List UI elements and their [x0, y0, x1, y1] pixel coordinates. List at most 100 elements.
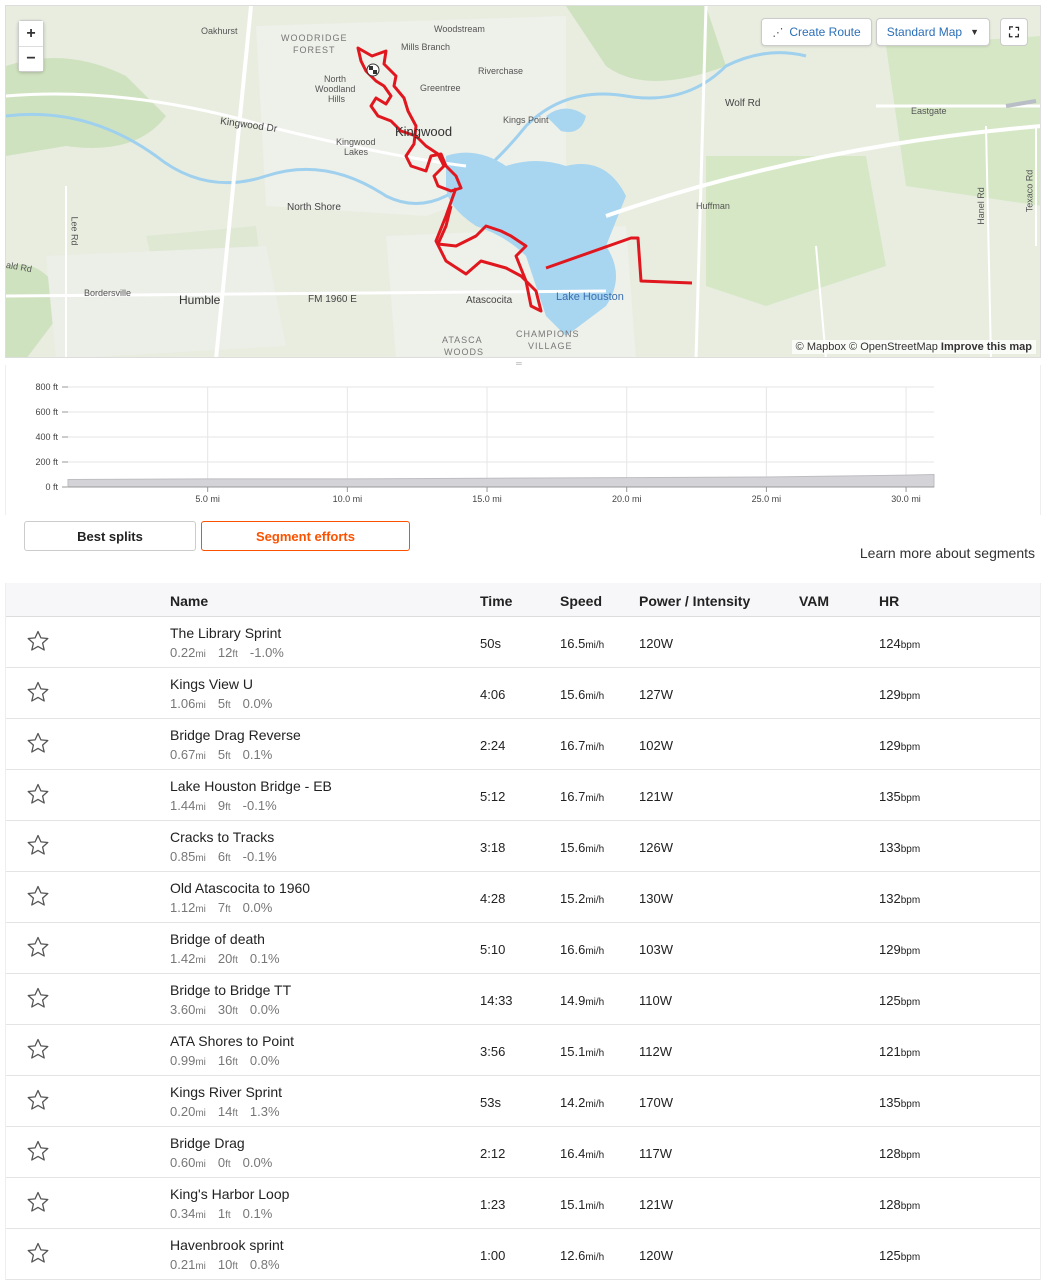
- zoom-in-button[interactable]: +: [19, 21, 43, 46]
- star-icon[interactable]: [26, 884, 50, 908]
- star-icon[interactable]: [26, 629, 50, 653]
- effort-speed: 14.2mi/h: [560, 1095, 604, 1110]
- segment-name-link[interactable]: ATA Shores to Point: [170, 1033, 294, 1049]
- table-row: Lake Houston Bridge - EB 1.44mi 9ft -0.1% …: [6, 770, 1040, 821]
- hr-unit: bpm: [900, 742, 921, 753]
- star-icon[interactable]: [26, 782, 50, 806]
- speed-value: 16.7: [560, 738, 586, 753]
- mapbox-link[interactable]: © Mapbox: [796, 341, 846, 353]
- effort-time: 50s: [480, 636, 501, 651]
- star-icon[interactable]: [26, 1139, 50, 1163]
- star-icon[interactable]: [26, 680, 50, 704]
- effort-speed: 16.7mi/h: [560, 789, 604, 804]
- segment-grade: 0.1%: [249, 951, 280, 966]
- create-route-button[interactable]: ⋰ Create Route: [761, 18, 872, 46]
- zoom-out-button[interactable]: −: [19, 46, 43, 71]
- segment-grade: 0.8%: [249, 1257, 280, 1272]
- speed-unit: mi/h: [585, 1048, 605, 1059]
- star-icon[interactable]: [26, 731, 50, 755]
- header-vam[interactable]: VAM: [799, 593, 829, 609]
- segment-name-link[interactable]: Bridge Drag: [170, 1135, 245, 1151]
- effort-hr: 132bpm: [879, 891, 920, 906]
- table-body: The Library Sprint 0.22 mi 12 ft -1.0% 50s 1…: [6, 617, 1040, 1280]
- star-icon[interactable]: [26, 833, 50, 857]
- star-icon[interactable]: [26, 1037, 50, 1061]
- distance-unit: mi: [195, 1261, 206, 1272]
- segment-name-link[interactable]: Bridge to Bridge TT: [170, 982, 291, 998]
- header-speed[interactable]: Speed: [560, 593, 602, 609]
- header-time[interactable]: Time: [480, 593, 512, 609]
- segment-name-link[interactable]: Old Atascocita to 1960: [170, 880, 310, 896]
- power-value: 112: [639, 1044, 660, 1059]
- hr-value: 128: [879, 1146, 901, 1161]
- hr-unit: bpm: [900, 1201, 921, 1212]
- distance-unit: mi: [195, 1006, 206, 1017]
- elevation-area: [67, 473, 935, 488]
- segment-distance: 0.34: [170, 1206, 196, 1221]
- map-label: Kingwood: [395, 124, 453, 139]
- effort-time: 1:00: [480, 1248, 506, 1263]
- star-icon[interactable]: [26, 935, 50, 959]
- header-power[interactable]: Power / Intensity: [639, 593, 750, 609]
- elevation-unit: ft: [225, 853, 231, 864]
- osm-link[interactable]: © OpenStreetMap: [849, 341, 938, 353]
- distance-unit: mi: [195, 1210, 206, 1221]
- tab-segment-efforts[interactable]: Segment efforts: [201, 521, 410, 551]
- segment-grade: -1.0%: [249, 645, 284, 660]
- segment-name-link[interactable]: Kings View U: [170, 676, 253, 692]
- segment-stats: 0.99mi 16ft 0.0%: [170, 1053, 280, 1068]
- power-value: 130: [639, 891, 661, 906]
- power-value: 110: [639, 993, 660, 1008]
- effort-hr: 128bpm: [879, 1146, 920, 1161]
- segment-name-link[interactable]: Bridge Drag Reverse: [170, 727, 301, 743]
- power-value: 121: [639, 1197, 661, 1212]
- segment-stats: 1.12mi 7ft 0.0%: [170, 900, 272, 915]
- segment-distance: 0.21: [170, 1257, 196, 1272]
- header-hr[interactable]: HR: [879, 593, 899, 609]
- segment-name-link[interactable]: King's Harbor Loop: [170, 1186, 289, 1202]
- segment-elevation: 30: [217, 1002, 233, 1017]
- power-unit: W: [660, 942, 673, 957]
- star-icon[interactable]: [26, 1190, 50, 1214]
- table-row: Bridge to Bridge TT 3.60mi 30ft 0.0% 14:33…: [6, 974, 1040, 1025]
- elevation-chart-svg: 800 ft 600 ft 400 ft 200 ft 0 ft 5.0 mi 10.0 m…: [35, 382, 935, 504]
- segment-distance: 0.60: [170, 1155, 196, 1170]
- segment-distance: 0.22: [170, 645, 196, 660]
- segment-grade: 0.0%: [242, 900, 273, 915]
- segment-distance: 0.99: [170, 1053, 196, 1068]
- star-icon[interactable]: [26, 1241, 50, 1265]
- segment-name-link[interactable]: Lake Houston Bridge - EB: [170, 778, 332, 794]
- segment-name-link[interactable]: The Library Sprint: [170, 625, 281, 641]
- hr-unit: bpm: [900, 1099, 921, 1110]
- segment-name-link[interactable]: Kings River Sprint: [170, 1084, 282, 1100]
- hr-value: 128: [879, 1197, 901, 1212]
- segment-name-link[interactable]: Cracks to Tracks: [170, 829, 274, 845]
- map-label: Greentree: [420, 83, 461, 93]
- segment-distance: 1.44: [170, 798, 196, 813]
- star-icon[interactable]: [26, 1088, 50, 1112]
- header-name[interactable]: Name: [170, 593, 208, 609]
- learn-more-segments-link[interactable]: Learn more about segments: [860, 545, 1035, 561]
- star-icon[interactable]: [26, 986, 50, 1010]
- hr-value: 124: [879, 636, 901, 651]
- effort-power: 121W: [639, 789, 673, 804]
- fullscreen-button[interactable]: ⛶: [1000, 18, 1028, 46]
- route-map[interactable]: Oakhurst WOODRIDGE FOREST Mills Branch W…: [5, 5, 1041, 358]
- effort-time: 2:24: [480, 738, 506, 753]
- x-tick-label: 10.0 mi: [333, 494, 363, 504]
- improve-map-link[interactable]: Improve this map: [941, 341, 1032, 353]
- segment-elevation: 12: [217, 645, 233, 660]
- map-label: WOODRIDGE: [281, 33, 348, 43]
- caret-down-icon: ▼: [970, 27, 979, 37]
- power-value: 126: [639, 840, 661, 855]
- map-label: Hanel Rd: [975, 187, 986, 225]
- hr-unit: bpm: [900, 997, 921, 1008]
- map-style-dropdown[interactable]: Standard Map ▼: [875, 18, 990, 46]
- tab-best-splits[interactable]: Best splits: [24, 521, 196, 551]
- speed-value: 15.6: [560, 840, 586, 855]
- power-value: 103: [639, 942, 661, 957]
- segment-name-link[interactable]: Bridge of death: [170, 931, 265, 947]
- effort-power: 110W: [639, 993, 672, 1008]
- distance-unit: mi: [195, 751, 206, 762]
- segment-name-link[interactable]: Havenbrook sprint: [170, 1237, 284, 1253]
